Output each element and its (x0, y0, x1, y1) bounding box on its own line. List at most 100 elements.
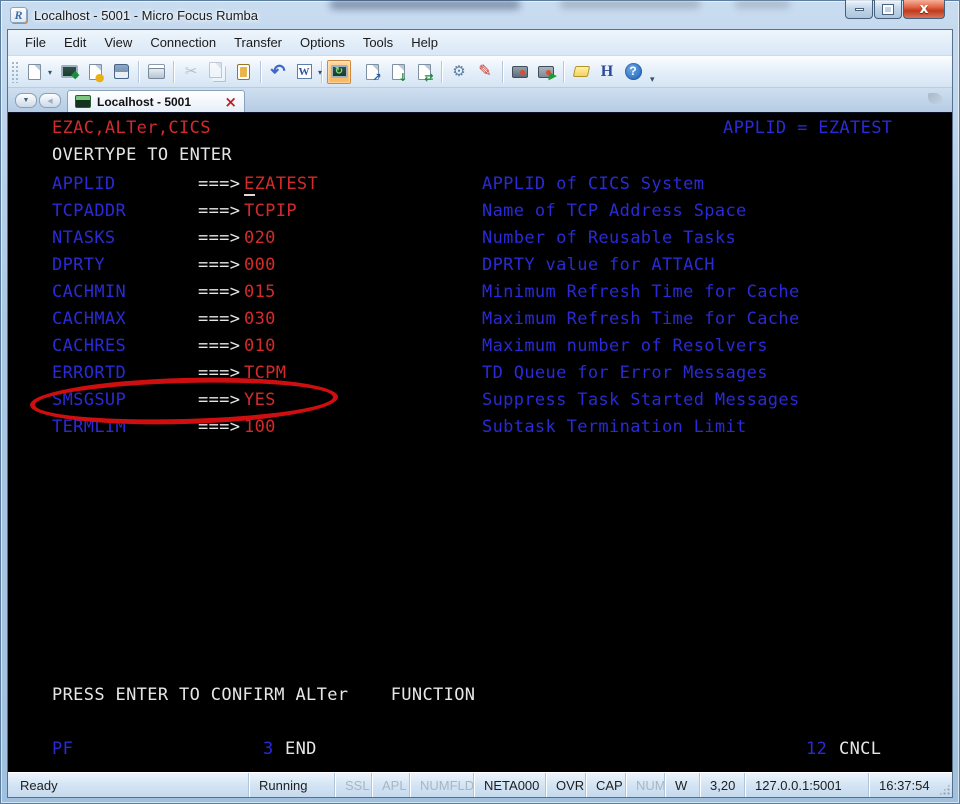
command-line[interactable]: EZAC,ALTer,CICS (52, 115, 211, 142)
save-button[interactable] (109, 60, 133, 84)
run-macro-button[interactable]: ▶ (534, 60, 558, 84)
window-title: Localhost - 5001 - Micro Focus Rumba (34, 8, 258, 23)
tab-label: Localhost - 5001 (97, 95, 191, 109)
clear-fields-button[interactable] (569, 60, 593, 84)
field-value[interactable]: 000 (244, 252, 276, 279)
field-value[interactable]: EZATEST (244, 171, 318, 198)
applid-header: APPLID = EZATEST (723, 115, 892, 142)
tab-close-icon[interactable]: × (224, 95, 237, 109)
menu-help[interactable]: Help (402, 31, 447, 54)
run-macro-icon: ▶ (538, 66, 554, 78)
status-ovr: OVR (545, 773, 585, 797)
connect-disconnect-button[interactable]: ↻ (327, 60, 351, 84)
toolbar-overflow-icon[interactable]: ▾ (650, 74, 655, 87)
help-button[interactable]: ? (621, 60, 645, 84)
field-value[interactable]: TCPM (244, 360, 286, 387)
menu-connection[interactable]: Connection (141, 31, 225, 54)
menu-file[interactable]: File (16, 31, 55, 54)
field-desc: Minimum Refresh Time for Cache (482, 279, 800, 306)
maximize-icon (883, 5, 893, 14)
new-session-button[interactable] (22, 60, 46, 84)
field-desc: Maximum number of Resolvers (482, 333, 768, 360)
field-desc: Maximum Refresh Time for Cache (482, 306, 800, 333)
undo-button[interactable]: ↶ (266, 60, 290, 84)
field-label: NTASKS (52, 225, 116, 252)
confirm-message: PRESS ENTER TO CONFIRM ALTer FUNCTION (52, 682, 475, 709)
export-to-word-button[interactable]: W (292, 60, 316, 84)
field-value[interactable]: YES (244, 387, 276, 414)
record-macro-icon (512, 66, 528, 78)
field-desc: APPLID of CICS System (482, 171, 704, 198)
field-row-cachmax: CACHMAX ===> 030 Maximum Refresh Time fo… (8, 306, 952, 333)
receive-file-button[interactable]: ↓ (386, 60, 410, 84)
field-arrow: ===> (198, 198, 240, 225)
session-configuration-button[interactable]: ⚙ (447, 60, 471, 84)
close-icon: x (919, 2, 928, 16)
page-curl-icon[interactable] (928, 93, 942, 104)
transfer-files-icon: ⇄ (418, 64, 431, 80)
rumba-window: R Localhost - 5001 - Micro Focus Rumba x… (0, 0, 960, 804)
resize-grip[interactable] (938, 773, 952, 797)
menu-options[interactable]: Options (291, 31, 354, 54)
field-label: CACHRES (52, 333, 126, 360)
close-button[interactable]: x (903, 0, 945, 19)
transfer-files-button[interactable]: ⇄ (412, 60, 436, 84)
copy-icon (209, 62, 222, 78)
field-value[interactable]: 030 (244, 306, 276, 333)
field-arrow: ===> (198, 306, 240, 333)
toolbar-separator (260, 61, 261, 83)
terminal-3270-icon (75, 95, 91, 108)
save-session-as-button[interactable]: ● (83, 60, 107, 84)
title-bar[interactable]: R Localhost - 5001 - Micro Focus Rumba x (0, 0, 960, 30)
pf12-key[interactable]: 12 (806, 736, 827, 763)
print-screen-button[interactable] (144, 60, 168, 84)
toolbar: ◆ ● ✂ ↶ W ↻ ↗ ↓ ⇄ ⚙ ✎ ▶ H ? (8, 56, 952, 88)
field-row-errortd: ERRORTD ===> TCPM TD Queue for Error Mes… (8, 360, 952, 387)
field-value[interactable]: 015 (244, 279, 276, 306)
field-row-cachres: CACHRES ===> 010 Maximum number of Resol… (8, 333, 952, 360)
tab-localhost-5001[interactable]: Localhost - 5001 × (67, 90, 245, 112)
undo-icon: ↶ (270, 64, 285, 79)
field-value[interactable]: 100 (244, 414, 276, 441)
field-label: DPRTY (52, 252, 105, 279)
scroll-tabs-left-button[interactable]: ◀ (39, 93, 61, 108)
menu-transfer[interactable]: Transfer (225, 31, 291, 54)
menu-view[interactable]: View (95, 31, 141, 54)
display-attributes-button[interactable]: ✎ (473, 60, 497, 84)
send-file-button[interactable]: ↗ (360, 60, 384, 84)
field-desc: Name of TCP Address Space (482, 198, 747, 225)
terminal-screen[interactable]: EZAC,ALTer,CICS APPLID = EZATEST OVERTYP… (8, 112, 952, 772)
pf-key-row: PF 3 END 12 CNCL (8, 736, 952, 763)
pf3-key[interactable]: 3 (263, 736, 274, 763)
status-terminal-id: NETA000 (473, 773, 545, 797)
field-value[interactable]: 010 (244, 333, 276, 360)
record-macro-button[interactable] (508, 60, 532, 84)
field-label: TERMLIM (52, 414, 126, 441)
open-session-button[interactable]: ◆ (57, 60, 81, 84)
field-row-tcpaddr: TCPADDR ===> TCPIP Name of TCP Address S… (8, 198, 952, 225)
field-value[interactable]: TCPIP (244, 198, 297, 225)
pf12-cncl-label: CNCL (839, 736, 881, 763)
field-desc: Subtask Termination Limit (482, 414, 747, 441)
field-desc: Number of Reusable Tasks (482, 225, 736, 252)
menu-tools[interactable]: Tools (354, 31, 402, 54)
field-desc: Suppress Task Started Messages (482, 387, 800, 414)
field-row-smsgsup: SMSGSUP ===> YES Suppress Task Started M… (8, 387, 952, 414)
status-clock: 16:37:54 (868, 773, 938, 797)
status-numfld: NUMFLD (409, 773, 473, 797)
status-cap: CAP (585, 773, 625, 797)
minimize-button[interactable] (845, 0, 873, 19)
status-host-address: 127.0.0.1:5001 (744, 773, 868, 797)
menu-bar: File Edit View Connection Transfer Optio… (8, 30, 952, 56)
toolbar-separator (563, 61, 564, 83)
field-row-termlim: TERMLIM ===> 100 Subtask Termination Lim… (8, 414, 952, 441)
menu-edit[interactable]: Edit (55, 31, 95, 54)
field-value[interactable]: 020 (244, 225, 276, 252)
toolbar-grip[interactable] (11, 61, 19, 83)
field-row-cachmin: CACHMIN ===> 015 Minimum Refresh Time fo… (8, 279, 952, 306)
maximize-button[interactable] (874, 0, 902, 19)
field-arrow: ===> (198, 225, 240, 252)
hotspots-button[interactable]: H (595, 60, 619, 84)
session-list-button[interactable]: ▼ (15, 93, 37, 108)
paste-button[interactable] (231, 60, 255, 84)
